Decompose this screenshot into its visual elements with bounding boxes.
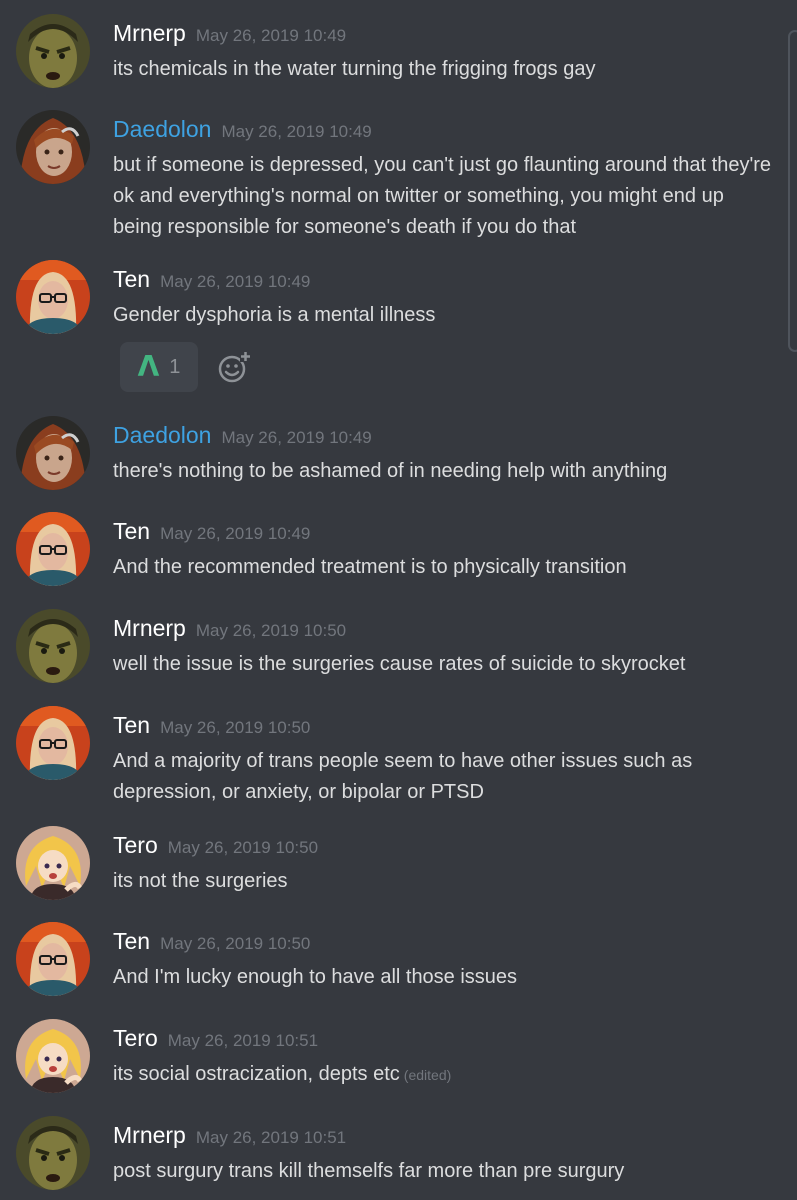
message-header: Daedolon May 26, 2019 10:49: [113, 114, 372, 148]
reaction-count: 1: [169, 355, 181, 378]
timestamp: May 26, 2019 10:50: [160, 718, 311, 737]
tero-avatar[interactable]: [16, 1019, 90, 1093]
message-header: Ten May 26, 2019 10:50: [113, 710, 310, 744]
timestamp: May 26, 2019 10:49: [221, 428, 372, 447]
reaction-bar: Λ 1: [120, 342, 252, 392]
username[interactable]: Daedolon: [113, 116, 211, 142]
message-header: Ten May 26, 2019 10:49: [113, 516, 310, 550]
message-header: Tero May 26, 2019 10:50: [113, 830, 318, 864]
message-text: its chemicals in the water turning the f…: [113, 58, 596, 80]
message-header: Mrnerp May 26, 2019 10:50: [113, 613, 346, 647]
daedolon-avatar[interactable]: [16, 110, 90, 184]
message-text: well the issue is the surgeries cause ra…: [113, 653, 686, 675]
timestamp: May 26, 2019 10:51: [167, 1031, 319, 1050]
message-header: Tero May 26, 2019 10:51: [113, 1023, 318, 1057]
message-list: Mrnerp May 26, 2019 10:49 its chemicals i…: [0, 0, 797, 1200]
message-text: And a majority of trans people seem to h…: [113, 750, 693, 803]
timestamp: May 26, 2019 10:49: [221, 122, 372, 141]
username[interactable]: Mrnerp: [113, 1122, 186, 1148]
message-text: its social ostracization, depts etc (edit…: [113, 1059, 773, 1091]
scrollbar[interactable]: [788, 30, 797, 352]
message-header: Mrnerp May 26, 2019 10:51: [113, 1120, 346, 1154]
edited-label: (edited): [403, 1067, 452, 1083]
username[interactable]: Ten: [113, 712, 150, 738]
tero-avatar[interactable]: [16, 826, 90, 900]
ten-avatar[interactable]: [16, 706, 90, 780]
username[interactable]: Ten: [113, 518, 150, 544]
message-text: And I'm lucky enough to have all those i…: [113, 966, 518, 988]
username[interactable]: Tero: [113, 1025, 158, 1051]
username[interactable]: Daedolon: [113, 422, 211, 448]
username[interactable]: Mrnerp: [113, 20, 186, 46]
message-header: Ten May 26, 2019 10:50: [113, 926, 310, 960]
daedolon-avatar[interactable]: [16, 416, 90, 490]
message-text: there's nothing to be ashamed of in need…: [113, 460, 668, 482]
message-text: Gender dysphoria is a mental illness: [113, 304, 436, 326]
message-header: Ten May 26, 2019 10:49: [113, 264, 310, 298]
timestamp: May 26, 2019 10:49: [160, 272, 311, 291]
username[interactable]: Ten: [113, 266, 150, 292]
ten-avatar[interactable]: [16, 922, 90, 996]
add-reaction-icon[interactable]: [216, 349, 252, 385]
timestamp: May 26, 2019 10:49: [195, 26, 347, 45]
timestamp: May 26, 2019 10:50: [195, 621, 347, 640]
mrnerp-avatar[interactable]: [16, 1116, 90, 1190]
mrnerp-avatar[interactable]: [16, 609, 90, 683]
message-header: Mrnerp May 26, 2019 10:49: [113, 18, 346, 52]
username[interactable]: Ten: [113, 928, 150, 954]
message-text: And the recommended treatment is to phys…: [113, 556, 627, 578]
timestamp: May 26, 2019 10:50: [160, 934, 311, 953]
timestamp: May 26, 2019 10:49: [160, 524, 311, 543]
up-arrow-emoji-icon: Λ: [137, 350, 160, 383]
username[interactable]: Mrnerp: [113, 615, 186, 641]
message-text-content: its social ostracization, depts etc: [113, 1063, 400, 1085]
ten-avatar[interactable]: [16, 260, 90, 334]
username[interactable]: Tero: [113, 832, 158, 858]
message-text: its not the surgeries: [113, 870, 288, 892]
message-header: Daedolon May 26, 2019 10:49: [113, 420, 372, 454]
timestamp: May 26, 2019 10:51: [195, 1128, 347, 1147]
message-text: post surgury trans kill themselfs far mo…: [113, 1160, 625, 1182]
message-text: but if someone is depressed, you can't j…: [113, 154, 772, 238]
timestamp: May 26, 2019 10:50: [167, 838, 319, 857]
mrnerp-avatar[interactable]: [16, 14, 90, 88]
ten-avatar[interactable]: [16, 512, 90, 586]
reaction-button[interactable]: Λ 1: [120, 342, 198, 392]
